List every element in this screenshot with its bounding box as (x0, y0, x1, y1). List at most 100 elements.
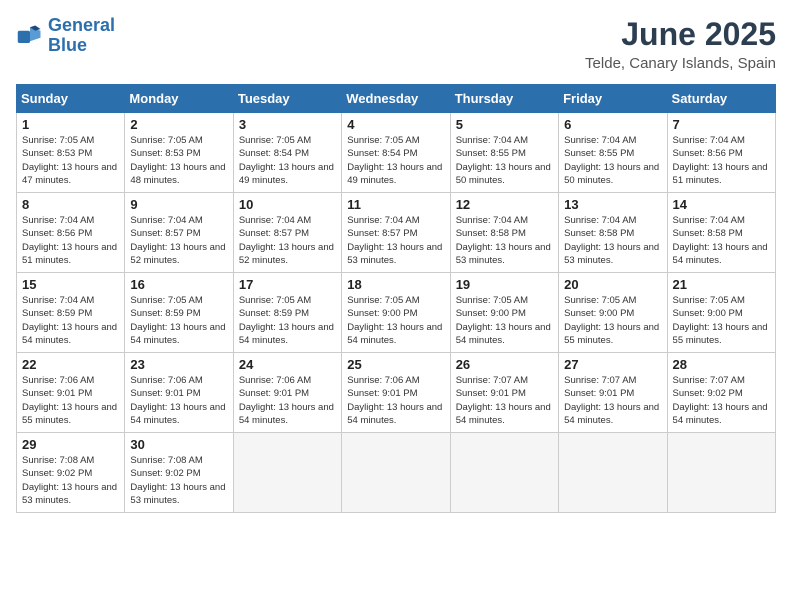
calendar-day-cell: 28Sunrise: 7:07 AM Sunset: 9:02 PM Dayli… (667, 353, 775, 433)
day-info: Sunrise: 7:06 AM Sunset: 9:01 PM Dayligh… (347, 374, 444, 427)
day-number: 11 (347, 197, 444, 212)
page-header: General Blue June 2025 Telde, Canary Isl… (16, 16, 776, 72)
day-info: Sunrise: 7:05 AM Sunset: 9:00 PM Dayligh… (456, 294, 553, 347)
calendar-day-cell: 29 Sunrise: 7:08 AM Sunset: 9:02 PM Dayli… (17, 433, 125, 513)
calendar-day-cell: 9 Sunrise: 7:04 AM Sunset: 8:57 PM Daylig… (125, 193, 233, 273)
calendar-day-cell: 27Sunrise: 7:07 AM Sunset: 9:01 PM Dayli… (559, 353, 667, 433)
day-info: Sunrise: 7:04 AM Sunset: 8:56 PM Dayligh… (673, 134, 770, 187)
day-info: Sunrise: 7:08 AM Sunset: 9:02 PM Dayligh… (130, 454, 227, 507)
calendar-day-cell: 20 Sunrise: 7:05 AM Sunset: 9:00 PM Dayli… (559, 273, 667, 353)
day-info: Sunrise: 7:05 AM Sunset: 8:59 PM Dayligh… (130, 294, 227, 347)
calendar-week-row: 29 Sunrise: 7:08 AM Sunset: 9:02 PM Dayli… (17, 433, 776, 513)
calendar-day-cell (559, 433, 667, 513)
day-of-week-header: Thursday (450, 85, 558, 113)
calendar-day-cell: 8 Sunrise: 7:04 AM Sunset: 8:56 PM Daylig… (17, 193, 125, 273)
calendar-day-cell: 14Sunrise: 7:04 AM Sunset: 8:58 PM Dayli… (667, 193, 775, 273)
day-number: 25 (347, 357, 444, 372)
day-number: 7 (673, 117, 770, 132)
calendar-day-cell: 10 Sunrise: 7:04 AM Sunset: 8:57 PM Dayli… (233, 193, 341, 273)
day-info: Sunrise: 7:04 AM Sunset: 8:57 PM Dayligh… (239, 214, 336, 267)
calendar-day-cell: 23 Sunrise: 7:06 AM Sunset: 9:01 PM Dayli… (125, 353, 233, 433)
day-info: Sunrise: 7:05 AM Sunset: 8:54 PM Dayligh… (347, 134, 444, 187)
day-number: 19 (456, 277, 553, 292)
day-of-week-header: Tuesday (233, 85, 341, 113)
day-number: 18 (347, 277, 444, 292)
calendar-week-row: 1 Sunrise: 7:05 AM Sunset: 8:53 PM Daylig… (17, 113, 776, 193)
day-number: 1 (22, 117, 119, 132)
calendar-day-cell: 7 Sunrise: 7:04 AM Sunset: 8:56 PM Daylig… (667, 113, 775, 193)
calendar-day-cell: 22 Sunrise: 7:06 AM Sunset: 9:01 PM Dayli… (17, 353, 125, 433)
calendar-week-row: 8 Sunrise: 7:04 AM Sunset: 8:56 PM Daylig… (17, 193, 776, 273)
calendar-day-cell: 1 Sunrise: 7:05 AM Sunset: 8:53 PM Daylig… (17, 113, 125, 193)
calendar-day-cell: 26 Sunrise: 7:07 AM Sunset: 9:01 PM Dayli… (450, 353, 558, 433)
day-number: 22 (22, 357, 119, 372)
day-of-week-header: Wednesday (342, 85, 450, 113)
calendar-table: SundayMondayTuesdayWednesdayThursdayFrid… (16, 84, 776, 513)
calendar-day-cell: 6Sunrise: 7:04 AM Sunset: 8:55 PM Daylig… (559, 113, 667, 193)
day-info: Sunrise: 7:04 AM Sunset: 8:58 PM Dayligh… (673, 214, 770, 267)
day-info: Sunrise: 7:04 AM Sunset: 8:55 PM Dayligh… (456, 134, 553, 187)
calendar-day-cell: 30Sunrise: 7:08 AM Sunset: 9:02 PM Dayli… (125, 433, 233, 513)
day-info: Sunrise: 7:05 AM Sunset: 9:00 PM Dayligh… (673, 294, 770, 347)
day-info: Sunrise: 7:04 AM Sunset: 8:58 PM Dayligh… (456, 214, 553, 267)
title-block: June 2025 Telde, Canary Islands, Spain (585, 16, 776, 72)
calendar-day-cell: 2Sunrise: 7:05 AM Sunset: 8:53 PM Daylig… (125, 113, 233, 193)
calendar-day-cell: 18 Sunrise: 7:05 AM Sunset: 9:00 PM Dayli… (342, 273, 450, 353)
day-info: Sunrise: 7:08 AM Sunset: 9:02 PM Dayligh… (22, 454, 119, 507)
location-title: Telde, Canary Islands, Spain (585, 55, 776, 72)
calendar-header-row: SundayMondayTuesdayWednesdayThursdayFrid… (17, 85, 776, 113)
calendar-day-cell: 19 Sunrise: 7:05 AM Sunset: 9:00 PM Dayli… (450, 273, 558, 353)
calendar-day-cell: 17Sunrise: 7:05 AM Sunset: 8:59 PM Dayli… (233, 273, 341, 353)
day-number: 26 (456, 357, 553, 372)
day-of-week-header: Monday (125, 85, 233, 113)
day-info: Sunrise: 7:06 AM Sunset: 9:01 PM Dayligh… (22, 374, 119, 427)
day-number: 3 (239, 117, 336, 132)
logo-line2: Blue (48, 35, 87, 55)
day-number: 15 (22, 277, 119, 292)
day-number: 4 (347, 117, 444, 132)
logo-text: General Blue (48, 16, 115, 56)
day-number: 2 (130, 117, 227, 132)
day-number: 29 (22, 437, 119, 452)
calendar-day-cell: 12Sunrise: 7:04 AM Sunset: 8:58 PM Dayli… (450, 193, 558, 273)
calendar-day-cell: 11Sunrise: 7:04 AM Sunset: 8:57 PM Dayli… (342, 193, 450, 273)
logo-line1: General (48, 15, 115, 35)
day-info: Sunrise: 7:04 AM Sunset: 8:56 PM Dayligh… (22, 214, 119, 267)
calendar-day-cell: 25 Sunrise: 7:06 AM Sunset: 9:01 PM Dayli… (342, 353, 450, 433)
day-info: Sunrise: 7:05 AM Sunset: 8:54 PM Dayligh… (239, 134, 336, 187)
day-info: Sunrise: 7:06 AM Sunset: 9:01 PM Dayligh… (130, 374, 227, 427)
day-info: Sunrise: 7:06 AM Sunset: 9:01 PM Dayligh… (239, 374, 336, 427)
calendar-week-row: 15 Sunrise: 7:04 AM Sunset: 8:59 PM Dayli… (17, 273, 776, 353)
day-number: 13 (564, 197, 661, 212)
day-of-week-header: Sunday (17, 85, 125, 113)
month-title: June 2025 (585, 16, 776, 53)
day-number: 16 (130, 277, 227, 292)
calendar-day-cell (667, 433, 775, 513)
day-info: Sunrise: 7:04 AM Sunset: 8:57 PM Dayligh… (130, 214, 227, 267)
day-info: Sunrise: 7:05 AM Sunset: 8:53 PM Dayligh… (22, 134, 119, 187)
day-info: Sunrise: 7:04 AM Sunset: 8:58 PM Dayligh… (564, 214, 661, 267)
calendar-day-cell (342, 433, 450, 513)
day-of-week-header: Saturday (667, 85, 775, 113)
calendar-week-row: 22 Sunrise: 7:06 AM Sunset: 9:01 PM Dayli… (17, 353, 776, 433)
day-number: 8 (22, 197, 119, 212)
day-info: Sunrise: 7:05 AM Sunset: 9:00 PM Dayligh… (347, 294, 444, 347)
day-number: 27 (564, 357, 661, 372)
day-info: Sunrise: 7:04 AM Sunset: 8:59 PM Dayligh… (22, 294, 119, 347)
day-number: 23 (130, 357, 227, 372)
calendar-day-cell: 5 Sunrise: 7:04 AM Sunset: 8:55 PM Daylig… (450, 113, 558, 193)
day-number: 10 (239, 197, 336, 212)
day-number: 5 (456, 117, 553, 132)
day-info: Sunrise: 7:05 AM Sunset: 8:59 PM Dayligh… (239, 294, 336, 347)
calendar-day-cell (450, 433, 558, 513)
calendar-day-cell: 13 Sunrise: 7:04 AM Sunset: 8:58 PM Dayli… (559, 193, 667, 273)
calendar-day-cell: 3 Sunrise: 7:05 AM Sunset: 8:54 PM Daylig… (233, 113, 341, 193)
day-number: 28 (673, 357, 770, 372)
day-info: Sunrise: 7:07 AM Sunset: 9:01 PM Dayligh… (456, 374, 553, 427)
calendar-day-cell: 15 Sunrise: 7:04 AM Sunset: 8:59 PM Dayli… (17, 273, 125, 353)
day-number: 9 (130, 197, 227, 212)
day-number: 20 (564, 277, 661, 292)
calendar-day-cell (233, 433, 341, 513)
calendar-day-cell: 24Sunrise: 7:06 AM Sunset: 9:01 PM Dayli… (233, 353, 341, 433)
day-info: Sunrise: 7:05 AM Sunset: 9:00 PM Dayligh… (564, 294, 661, 347)
